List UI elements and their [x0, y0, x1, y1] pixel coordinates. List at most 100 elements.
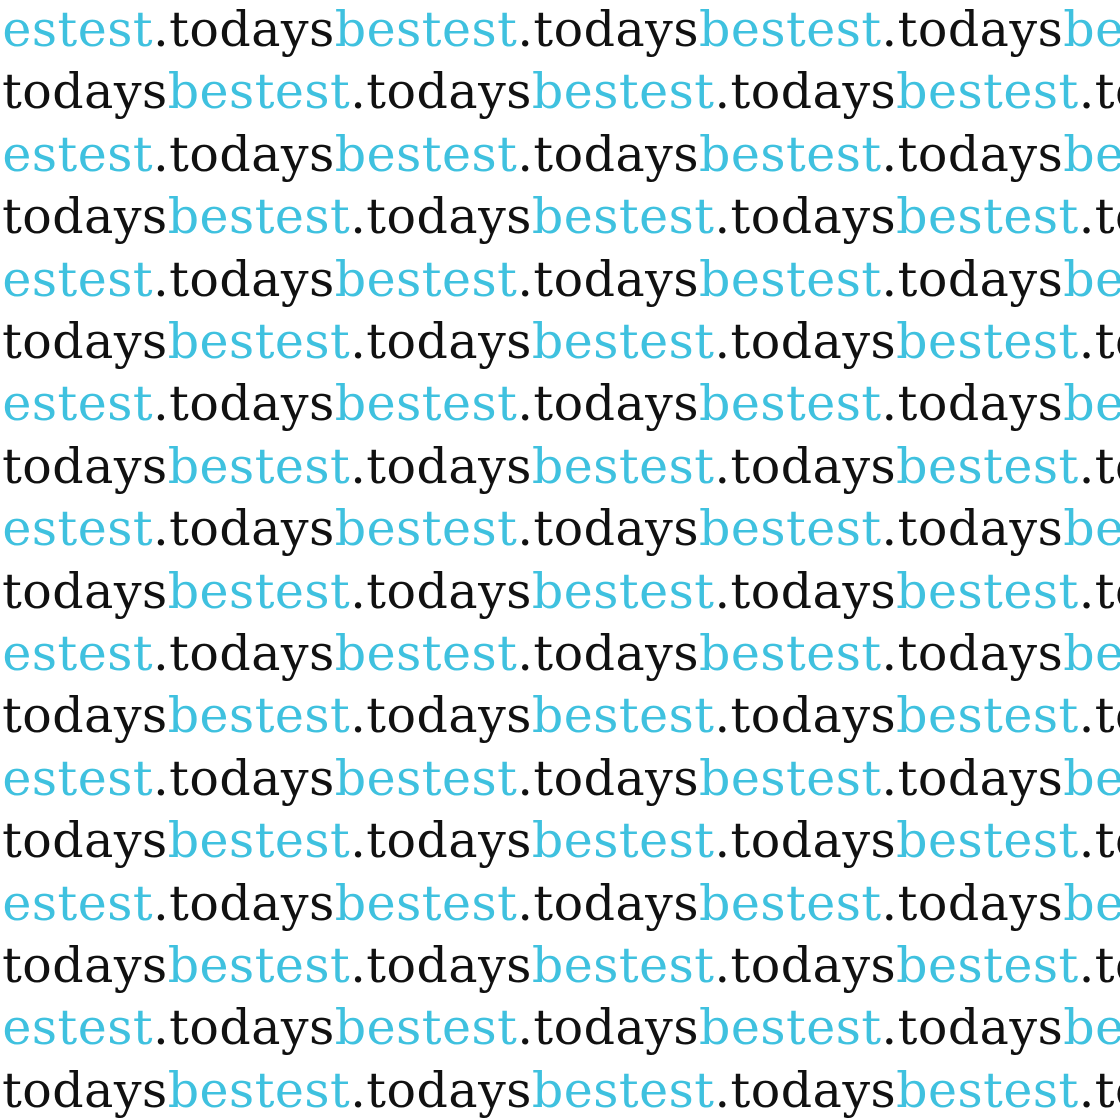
pattern-row: bestest.todaysbestest.todaysbestest.toda…: [0, 248, 1120, 312]
word-bestest: bestest: [167, 937, 351, 994]
word-bestest: bestest: [699, 1, 882, 58]
word-todays: .todays: [350, 687, 532, 745]
word-bestest: bestest: [896, 937, 1079, 994]
word-bestest: bestest: [699, 375, 882, 433]
word-bestest: bestest: [334, 999, 518, 1057]
word-bestest: bestest: [699, 250, 882, 308]
word-todays: .todays: [153, 500, 335, 558]
word-bestest: bestest: [167, 437, 351, 495]
pattern-row: bestest.todaysbestest.todaysbestest.toda…: [0, 497, 1120, 561]
word-todays: .todays: [1078, 1061, 1120, 1119]
word-bestest: bestest: [167, 313, 351, 370]
pattern-row: .todaysbestest.todaysbestest.todaysbeste…: [0, 809, 1120, 873]
word-bestest: bestest: [699, 749, 882, 807]
word-bestest: bestest: [1063, 999, 1120, 1057]
word-todays: .todays: [714, 937, 897, 994]
pattern-row: .todaysbestest.todaysbestest.todaysbeste…: [0, 934, 1120, 998]
word-bestest: bestest: [167, 562, 351, 620]
word-todays: .todays: [517, 500, 699, 558]
pattern-row: .todaysbestest.todaysbestest.todaysbeste…: [0, 60, 1120, 124]
word-todays: .todays: [1078, 63, 1120, 121]
word-todays: .todays: [517, 749, 699, 807]
word-todays: .todays: [517, 250, 699, 308]
word-bestest: bestest: [334, 250, 518, 308]
word-bestest: bestest: [0, 500, 154, 558]
word-todays: .todays: [153, 375, 335, 433]
word-bestest: bestest: [896, 562, 1079, 620]
pattern-row: bestest.todaysbestest.todaysbestest.toda…: [0, 872, 1120, 936]
word-bestest: bestest: [531, 937, 715, 994]
word-todays: .todays: [714, 188, 897, 246]
word-bestest: bestest: [896, 687, 1079, 745]
word-bestest: bestest: [0, 625, 154, 682]
pattern-row: bestest.todaysbestest.todaysbestest.toda…: [0, 996, 1120, 1060]
word-todays: .todays: [350, 1061, 532, 1119]
wordmark-pattern: bestest.todaysbestest.todaysbestest.toda…: [0, 0, 1120, 1120]
pattern-row: bestest.todaysbestest.todaysbestest.toda…: [0, 622, 1120, 686]
word-todays: .todays: [153, 1, 335, 58]
word-todays: .todays: [350, 437, 532, 495]
word-todays: .todays: [517, 125, 699, 183]
word-bestest: bestest: [1063, 874, 1120, 932]
word-bestest: bestest: [1063, 749, 1120, 807]
pattern-row: bestest.todaysbestest.todaysbestest.toda…: [0, 123, 1120, 187]
word-todays: .todays: [153, 749, 335, 807]
word-bestest: bestest: [1063, 1, 1120, 58]
pattern-row: bestest.todaysbestest.todaysbestest.toda…: [0, 0, 1120, 62]
word-bestest: bestest: [0, 999, 154, 1057]
word-bestest: bestest: [0, 250, 154, 308]
word-todays: .todays: [153, 874, 335, 932]
word-todays: .todays: [1078, 188, 1120, 246]
word-bestest: bestest: [334, 375, 518, 433]
word-bestest: bestest: [531, 437, 715, 495]
word-todays: .todays: [0, 63, 168, 121]
pattern-row: .todaysbestest.todaysbestest.todaysbeste…: [0, 684, 1120, 748]
word-bestest: bestest: [531, 313, 715, 370]
word-bestest: bestest: [531, 188, 715, 246]
word-bestest: bestest: [531, 687, 715, 745]
word-todays: .todays: [881, 874, 1064, 932]
word-todays: .todays: [153, 999, 335, 1057]
word-todays: .todays: [1078, 937, 1120, 994]
word-todays: .todays: [714, 437, 897, 495]
word-bestest: bestest: [896, 63, 1079, 121]
word-bestest: bestest: [334, 874, 518, 932]
word-bestest: bestest: [0, 749, 154, 807]
word-bestest: bestest: [531, 812, 715, 870]
word-todays: .todays: [714, 1061, 897, 1119]
word-bestest: bestest: [167, 63, 351, 121]
word-bestest: bestest: [1063, 625, 1120, 682]
word-todays: .todays: [1078, 812, 1120, 870]
word-bestest: bestest: [0, 874, 154, 932]
pattern-row: .todaysbestest.todaysbestest.todaysbeste…: [0, 560, 1120, 624]
word-bestest: bestest: [896, 437, 1079, 495]
word-todays: .todays: [517, 1, 699, 58]
word-todays: .todays: [0, 937, 168, 994]
word-todays: .todays: [350, 812, 532, 870]
word-bestest: bestest: [334, 749, 518, 807]
word-todays: .todays: [714, 562, 897, 620]
word-todays: .todays: [153, 125, 335, 183]
word-bestest: bestest: [334, 500, 518, 558]
word-bestest: bestest: [699, 500, 882, 558]
word-bestest: bestest: [531, 63, 715, 121]
word-todays: .todays: [881, 999, 1064, 1057]
word-bestest: bestest: [896, 313, 1079, 370]
word-todays: .todays: [1078, 562, 1120, 620]
word-bestest: bestest: [699, 874, 882, 932]
word-todays: .todays: [881, 125, 1064, 183]
word-bestest: bestest: [699, 125, 882, 183]
word-bestest: bestest: [167, 687, 351, 745]
word-bestest: bestest: [1063, 375, 1120, 433]
word-todays: .todays: [881, 500, 1064, 558]
word-bestest: bestest: [531, 562, 715, 620]
word-bestest: bestest: [0, 1, 154, 58]
word-todays: .todays: [517, 874, 699, 932]
word-bestest: bestest: [699, 999, 882, 1057]
word-todays: .todays: [0, 562, 168, 620]
pattern-row: bestest.todaysbestest.todaysbestest.toda…: [0, 372, 1120, 436]
word-bestest: bestest: [1063, 250, 1120, 308]
pattern-row: bestest.todaysbestest.todaysbestest.toda…: [0, 747, 1120, 811]
word-todays: .todays: [350, 937, 532, 994]
word-bestest: bestest: [334, 1, 518, 58]
